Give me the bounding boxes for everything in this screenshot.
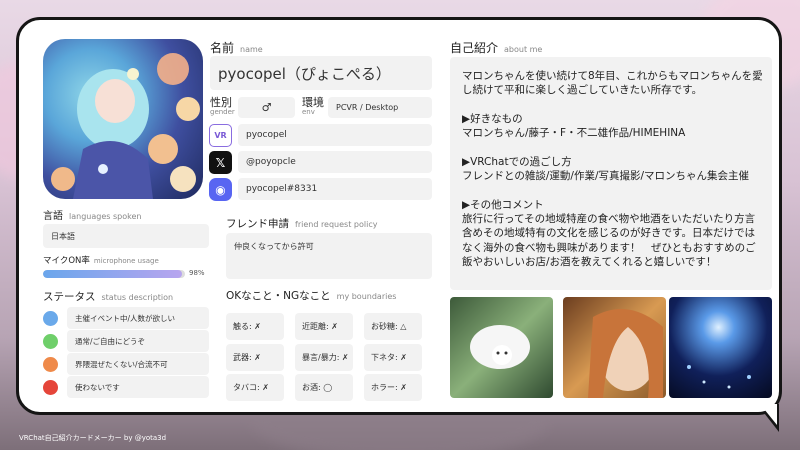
gender-label: 性別 gender <box>210 97 235 116</box>
profile-card: 名前 name pyocopel（ぴょこぺる） 性別 gender ♂ 環境 en… <box>16 17 782 415</box>
env-label: 環境 env <box>302 97 324 116</box>
languages-label: 言語 languages spoken <box>43 207 141 222</box>
mic-usage-fill <box>43 270 183 278</box>
footer-credit: VRChat自己紹介カードメーカー by @yota3d <box>19 434 167 442</box>
x-account-field: @poyopcle <box>238 151 432 173</box>
boundary-item: 下ネタ: ✗ <box>364 344 422 371</box>
friend-request-label: フレンド申請 friend request policy <box>226 216 377 231</box>
status-label-text: ステータス <box>43 291 96 303</box>
languages-label-text: 言語 <box>43 211 63 222</box>
about-label: 自己紹介 about me <box>450 39 542 56</box>
gender-sublabel: gender <box>210 108 235 116</box>
mic-label: マイクON率 microphone usage <box>43 254 159 266</box>
gender-label-text: 性別 <box>210 96 232 109</box>
vrchat-icon: VR <box>209 124 232 147</box>
boundary-item: 触る: ✗ <box>226 313 284 340</box>
env-field: PCVR / Desktop <box>328 97 432 118</box>
boundary-item: 武器: ✗ <box>226 344 284 371</box>
friend-request-sublabel: friend request policy <box>295 220 378 229</box>
status-item: 通常/ご自由にどうぞ <box>67 330 209 352</box>
boundaries-label-text: OKなこと・NGなこと <box>226 290 331 302</box>
languages-field: 日本語 <box>43 224 209 248</box>
about-label-text: 自己紹介 <box>450 41 499 55</box>
friend-request-label-text: フレンド申請 <box>226 218 289 230</box>
boundary-item: タバコ: ✗ <box>226 374 284 401</box>
discord-icon: ◉ <box>209 178 232 201</box>
status-item: 界隈混ぜたくない/合流不可 <box>67 353 209 375</box>
photo-1 <box>450 297 553 398</box>
env-label-text: 環境 <box>302 96 324 109</box>
boundary-item: ホラー: ✗ <box>364 374 422 401</box>
status-item: 主催イベント中/人数が欲しい <box>67 307 209 329</box>
name-sublabel: name <box>240 45 263 54</box>
boundary-item: 暴言/暴力: ✗ <box>295 344 353 371</box>
boundaries-sublabel: my boundaries <box>336 292 397 301</box>
status-dot-1 <box>43 311 58 326</box>
vrchat-account-field: pyocopel <box>238 124 432 146</box>
status-dot-4 <box>43 380 58 395</box>
mic-sublabel: microphone usage <box>93 257 159 265</box>
photo-3 <box>669 297 772 398</box>
mic-usage-bar <box>43 270 185 278</box>
name-label-text: 名前 <box>210 41 235 55</box>
boundary-item: お砂糖: △ <box>364 313 422 340</box>
avatar <box>43 39 203 199</box>
languages-sublabel: languages spoken <box>69 212 142 221</box>
status-dot-2 <box>43 334 58 349</box>
boundary-item: 近距離: ✗ <box>295 313 353 340</box>
boundary-item: お酒: ◯ <box>295 374 353 401</box>
status-item: 使わないです <box>67 376 209 398</box>
photo-2 <box>563 297 666 398</box>
name-field: pyocopel（ぴょこぺる） <box>210 56 432 90</box>
friend-request-field: 仲良くなってから許可 <box>226 233 432 279</box>
discord-account-field: pyocopel#8331 <box>238 178 432 200</box>
status-sublabel: status description <box>101 293 174 302</box>
boundaries-label: OKなこと・NGなこと my boundaries <box>226 288 396 303</box>
status-dot-3 <box>43 357 58 372</box>
name-label: 名前 name <box>210 39 263 56</box>
status-label: ステータス status description <box>43 289 173 304</box>
mic-label-text: マイクON率 <box>43 256 90 266</box>
env-sublabel: env <box>302 108 315 116</box>
about-text: マロンちゃんを使い続けて8年目、これからもマロンちゃんを愛し続けて平和に楽しく過… <box>450 57 772 290</box>
mic-percent: 98% <box>189 269 205 277</box>
x-icon: 𝕏 <box>209 151 232 174</box>
gender-field: ♂ <box>238 97 295 118</box>
speech-bubble-tail-fill <box>760 404 777 425</box>
about-sublabel: about me <box>504 45 543 54</box>
